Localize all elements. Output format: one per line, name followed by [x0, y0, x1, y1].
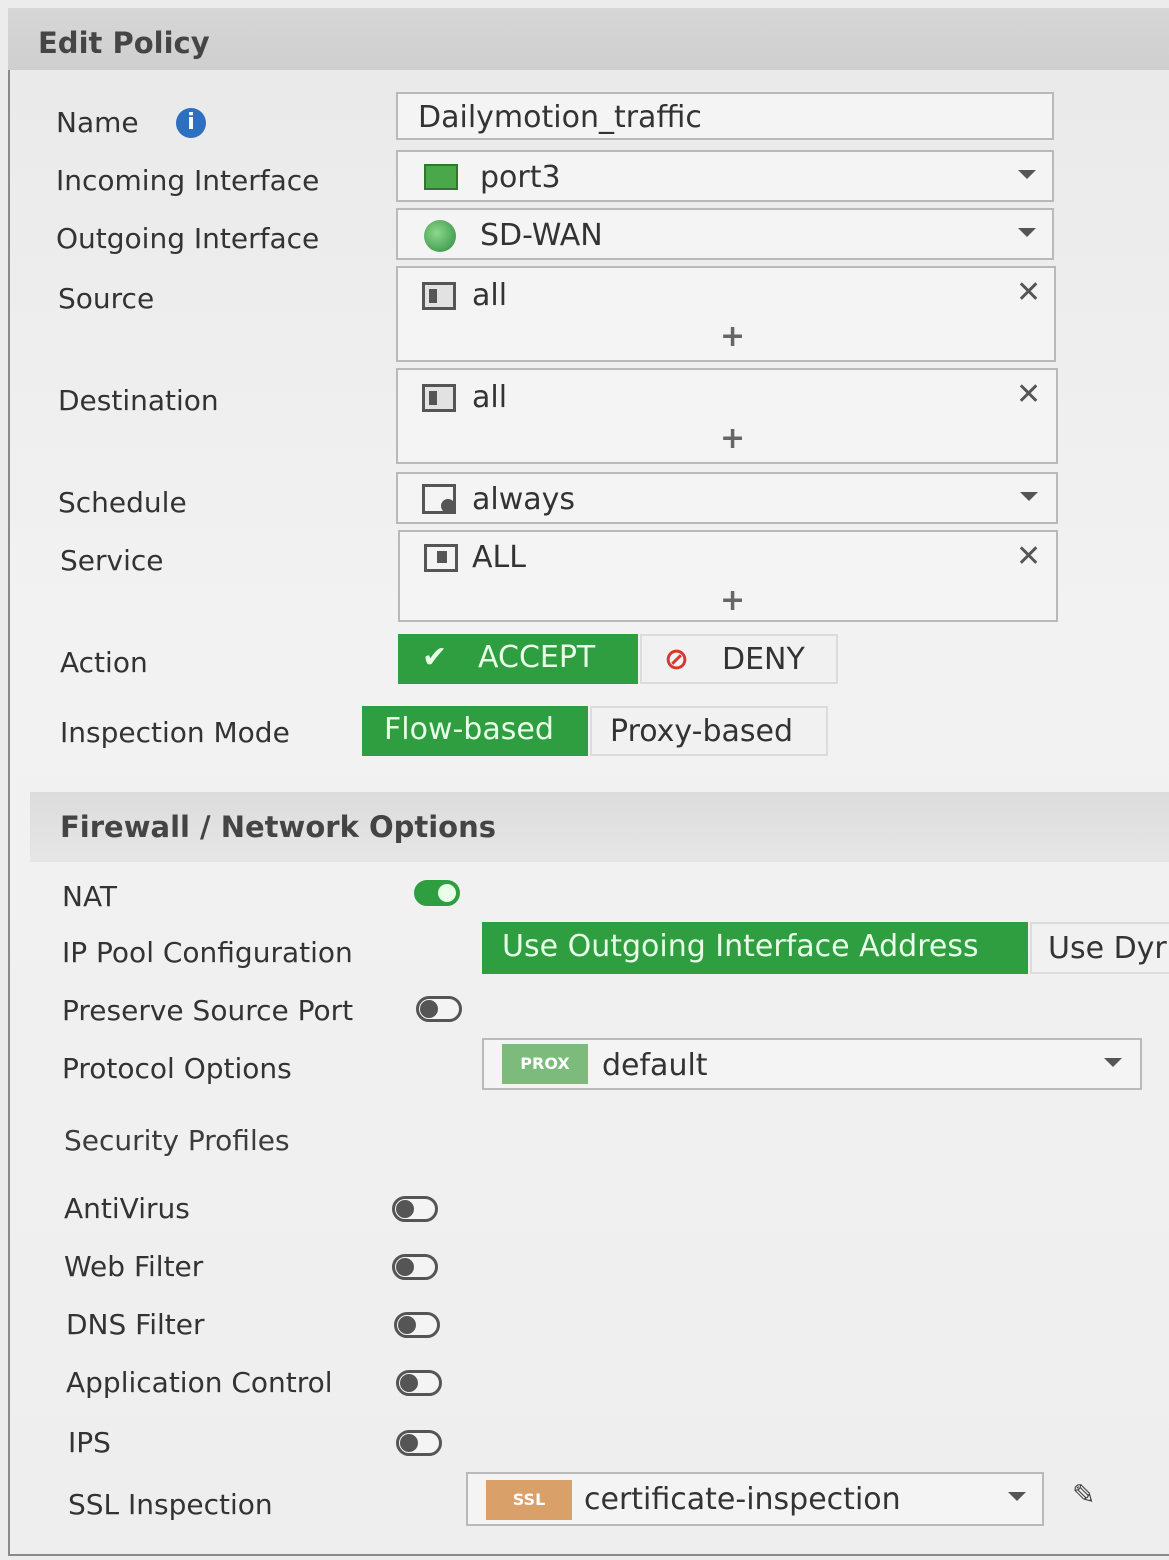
pencil-icon[interactable]: ✎: [1072, 1478, 1095, 1511]
destination-value: all: [472, 380, 508, 415]
chevron-down-icon: [1104, 1058, 1122, 1067]
incoming-interface-select[interactable]: port3: [396, 150, 1054, 202]
chevron-down-icon: [1020, 492, 1038, 501]
address-icon: [422, 282, 456, 310]
source-value: all: [472, 278, 508, 313]
service-field[interactable]: ALL ✕ +: [398, 530, 1058, 622]
application-control-label: Application Control: [66, 1366, 333, 1399]
destination-label: Destination: [58, 384, 219, 417]
service-value: ALL: [472, 540, 526, 575]
protocol-options-value: default: [602, 1048, 708, 1083]
chevron-down-icon: [1018, 170, 1036, 179]
web-filter-toggle[interactable]: [392, 1254, 438, 1280]
protocol-options-label: Protocol Options: [62, 1052, 292, 1085]
security-profiles-title: Security Profiles: [64, 1124, 290, 1157]
nat-toggle[interactable]: [414, 880, 460, 906]
use-outgoing-interface-label: Use Outgoing Interface Address: [502, 929, 979, 964]
preserve-source-port-label: Preserve Source Port: [62, 994, 354, 1027]
check-icon: ✔: [422, 640, 448, 675]
schedule-icon: [422, 484, 456, 514]
schedule-value: always: [472, 482, 576, 517]
web-filter-label: Web Filter: [64, 1250, 204, 1283]
chevron-down-icon: [1008, 1492, 1026, 1501]
name-value: Dailymotion_traffic: [418, 100, 702, 135]
outgoing-interface-value: SD-WAN: [480, 218, 603, 253]
ips-toggle[interactable]: [396, 1430, 442, 1456]
remove-source-close-icon[interactable]: ✕: [1016, 278, 1041, 308]
preserve-source-port-toggle[interactable]: [416, 996, 462, 1022]
ip-pool-label: IP Pool Configuration: [62, 936, 353, 969]
flow-based-button[interactable]: Flow-based: [362, 706, 588, 756]
action-label: Action: [60, 646, 148, 679]
application-control-toggle[interactable]: [396, 1370, 442, 1396]
use-outgoing-interface-button[interactable]: Use Outgoing Interface Address: [482, 922, 1028, 974]
deny-icon: ⊘: [664, 642, 690, 677]
name-label: Name: [56, 106, 139, 139]
proxy-based-button[interactable]: Proxy-based: [590, 706, 828, 756]
remove-destination-close-icon[interactable]: ✕: [1016, 380, 1041, 410]
ssl-inspection-value: certificate-inspection: [584, 1482, 901, 1517]
dns-filter-label: DNS Filter: [66, 1308, 205, 1341]
address-icon: [422, 384, 456, 412]
incoming-interface-label: Incoming Interface: [56, 164, 320, 197]
name-input[interactable]: Dailymotion_traffic: [396, 92, 1054, 140]
incoming-interface-value: port3: [480, 160, 561, 195]
proxy-based-label: Proxy-based: [610, 714, 794, 749]
add-source-plus-icon[interactable]: +: [720, 322, 745, 352]
add-destination-plus-icon[interactable]: +: [720, 424, 745, 454]
inspection-mode-label: Inspection Mode: [60, 716, 290, 749]
chevron-down-icon: [1018, 228, 1036, 237]
dialog-title: Edit Policy: [38, 26, 210, 60]
accept-button[interactable]: ✔ ACCEPT: [398, 634, 638, 684]
deny-button[interactable]: ⊘ DENY: [640, 634, 838, 684]
source-field[interactable]: all ✕ +: [396, 266, 1056, 362]
schedule-select[interactable]: always: [396, 472, 1058, 524]
outgoing-interface-label: Outgoing Interface: [56, 222, 320, 255]
service-label: Service: [60, 544, 164, 577]
remove-service-close-icon[interactable]: ✕: [1016, 542, 1041, 572]
deny-label: DENY: [722, 642, 805, 677]
sdwan-icon: [424, 220, 456, 252]
ips-label: IPS: [68, 1426, 111, 1459]
ssl-inspection-select[interactable]: SSL certificate-inspection: [466, 1472, 1044, 1526]
destination-field[interactable]: all ✕ +: [396, 368, 1058, 464]
source-label: Source: [58, 282, 155, 315]
firewall-section-title: Firewall / Network Options: [60, 810, 496, 844]
protocol-badge: PROX: [502, 1044, 588, 1084]
use-dynamic-ip-pool-label: Use Dyr: [1048, 931, 1167, 966]
port-icon: [424, 164, 458, 190]
protocol-options-select[interactable]: PROX default: [482, 1038, 1142, 1090]
antivirus-toggle[interactable]: [392, 1196, 438, 1222]
accept-label: ACCEPT: [478, 640, 596, 675]
ssl-inspection-label: SSL Inspection: [68, 1488, 273, 1521]
add-service-plus-icon[interactable]: +: [720, 586, 745, 616]
antivirus-label: AntiVirus: [64, 1192, 190, 1225]
service-icon: [424, 544, 458, 572]
info-icon[interactable]: i: [176, 108, 206, 138]
outgoing-interface-select[interactable]: SD-WAN: [396, 208, 1054, 260]
use-dynamic-ip-pool-button[interactable]: Use Dyr: [1030, 922, 1169, 974]
dns-filter-toggle[interactable]: [394, 1312, 440, 1338]
schedule-label: Schedule: [58, 486, 187, 519]
nat-label: NAT: [62, 880, 118, 913]
ssl-badge: SSL: [486, 1480, 572, 1520]
flow-based-label: Flow-based: [384, 712, 554, 747]
